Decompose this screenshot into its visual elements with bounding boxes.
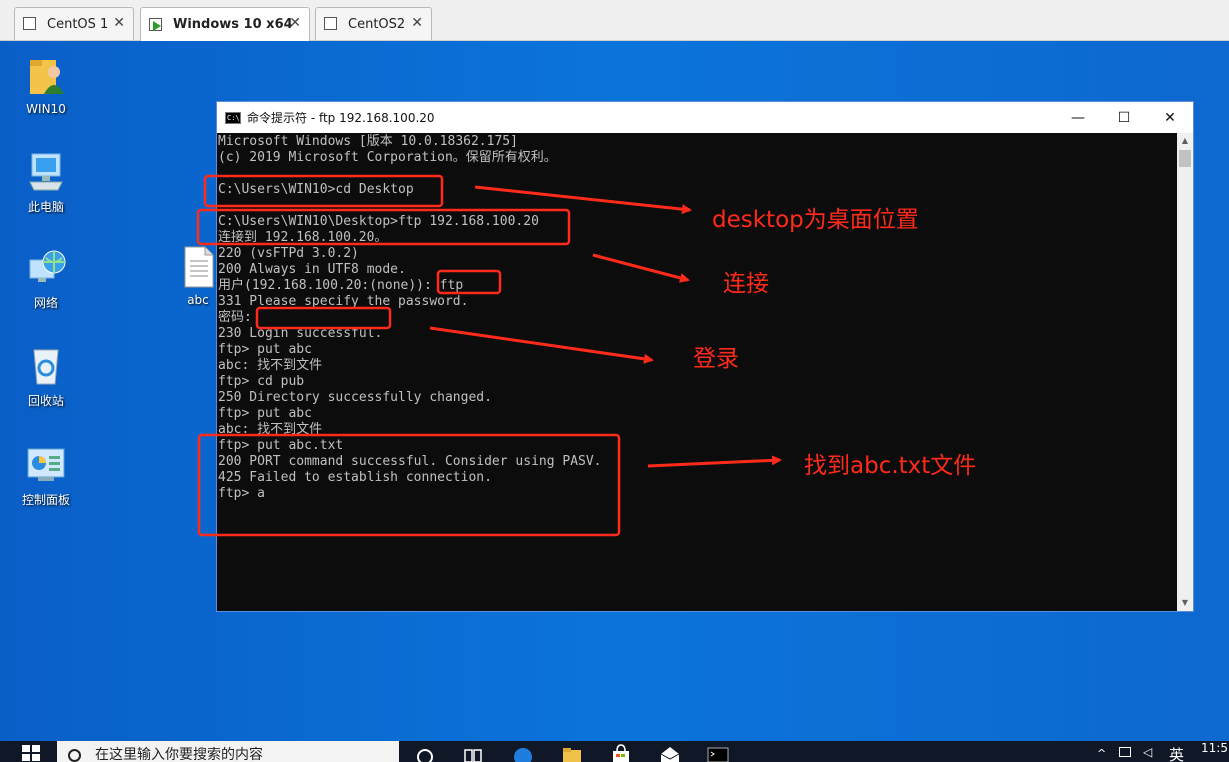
system-tray: ^ ◁ 英 11:5 — [1089, 741, 1229, 762]
console-line: ftp> put abc — [218, 406, 312, 421]
console-line: ftp> a — [218, 486, 265, 501]
desktop-icon-recycle-bin[interactable]: 回收站 — [11, 344, 81, 409]
desktop-icon-this-pc[interactable]: 此电脑 — [11, 150, 81, 215]
console-line: 用户(192.168.100.20:(none)): ftp — [218, 278, 464, 293]
vertical-scrollbar[interactable]: ▲ ▼ — [1177, 133, 1193, 611]
vm-icon — [324, 16, 342, 32]
annotation-login: 登录 — [693, 346, 739, 372]
desktop-icon-network[interactable]: 网络 — [11, 246, 81, 311]
desktop-icon-label: 此电脑 — [27, 200, 64, 214]
desktop-icon-win10[interactable]: WIN10 — [11, 54, 81, 116]
console-line: Microsoft Windows [版本 10.0.18362.175] — [218, 134, 518, 149]
console-line: 220 (vsFTPd 3.0.2) — [218, 246, 359, 261]
vm-tab-windows10[interactable]: Windows 10 x64 ✕ — [140, 7, 310, 41]
annotation-connect: 连接 — [723, 271, 769, 297]
user-folder-icon — [24, 54, 68, 98]
close-icon[interactable]: ✕ — [289, 15, 301, 31]
task-view-icon[interactable] — [462, 744, 484, 762]
clock[interactable]: 11:5 — [1201, 741, 1228, 755]
vm-tab-centos2[interactable]: CentOS2 ✕ — [315, 7, 432, 40]
cmd-title-bar[interactable]: C:\ 命令提示符 - ftp 192.168.100.20 — ☐ ✕ — [217, 102, 1193, 133]
vm-running-icon — [149, 17, 167, 33]
console-line: 连接到 192.168.100.20。 — [218, 230, 388, 245]
scroll-up-icon[interactable]: ▲ — [1177, 133, 1193, 149]
network-icon — [24, 246, 68, 290]
search-placeholder: 在这里输入你要搜索的内容 — [95, 747, 263, 762]
volume-icon[interactable]: ◁ — [1143, 745, 1152, 759]
annotation-desktop: desktop为桌面位置 — [712, 207, 919, 233]
desktop-icon-label: 网络 — [33, 296, 58, 310]
control-panel-icon — [24, 443, 68, 487]
mail-icon[interactable] — [659, 744, 681, 762]
taskbar: 在这里输入你要搜索的内容 ^ ◁ 英 11:5 — [0, 741, 1229, 762]
close-button[interactable]: ✕ — [1147, 102, 1193, 133]
console-line: 331 Please specify the password. — [218, 294, 469, 309]
windows-start-icon[interactable] — [22, 745, 42, 762]
vm-icon — [23, 16, 41, 32]
console-line: ftp> put abc.txt — [218, 438, 344, 453]
vm-tab-bar: CentOS 1 ✕ Windows 10 x64 ✕ CentOS2 ✕ — [0, 0, 1229, 41]
console-line: ftp> cd pub — [218, 374, 305, 389]
close-icon[interactable]: ✕ — [411, 15, 423, 31]
computer-icon — [24, 150, 68, 194]
cmd-icon[interactable] — [707, 744, 729, 762]
maximize-button[interactable]: ☐ — [1101, 102, 1147, 133]
desktop-icon-label: 回收站 — [27, 394, 64, 408]
console-line: C:\Users\WIN10\Desktop>ftp 192.168.100.2… — [218, 214, 539, 229]
input-language[interactable]: 英 — [1169, 744, 1184, 762]
cortana-icon[interactable] — [414, 744, 436, 762]
edge-icon[interactable] — [512, 744, 534, 762]
recycle-bin-icon — [24, 344, 68, 388]
network-tray-icon[interactable] — [1119, 747, 1131, 757]
taskbar-search-box[interactable]: 在这里输入你要搜索的内容 — [57, 741, 399, 762]
scroll-down-icon[interactable]: ▼ — [1177, 595, 1193, 611]
vm-tab-label: Windows 10 x64 — [173, 17, 293, 32]
store-icon[interactable] — [610, 744, 632, 762]
desktop-icon-control-panel[interactable]: 控制面板 — [11, 443, 81, 508]
cmd-window-title: 命令提示符 - ftp 192.168.100.20 — [247, 111, 435, 125]
minimize-button[interactable]: — — [1055, 102, 1101, 133]
vm-tab-label: CentOS 1 — [47, 16, 109, 32]
file-explorer-icon[interactable] — [561, 744, 583, 762]
console-line: 250 Directory successfully changed. — [218, 390, 492, 405]
search-icon — [68, 749, 81, 762]
console-line: abc: 找不到文件 — [218, 422, 323, 437]
text-file-icon — [181, 245, 215, 289]
desktop-icon-label: WIN10 — [26, 102, 66, 116]
vm-tab-label: CentOS2 — [348, 16, 406, 32]
annotation-find-file: 找到abc.txt文件 — [804, 453, 977, 479]
console-line: 200 PORT command successful. Consider us… — [218, 454, 602, 469]
desktop-icon-label: 控制面板 — [21, 493, 70, 507]
console-line: (c) 2019 Microsoft Corporation。保留所有权利。 — [218, 150, 557, 165]
console-line: 密码: — [218, 310, 252, 325]
close-icon[interactable]: ✕ — [113, 15, 125, 31]
scroll-thumb[interactable] — [1179, 150, 1191, 167]
chevron-up-icon[interactable]: ^ — [1097, 747, 1106, 760]
vm-tab-centos1[interactable]: CentOS 1 ✕ — [14, 7, 134, 40]
cmd-app-icon: C:\ — [225, 111, 241, 124]
console-line: 200 Always in UTF8 mode. — [218, 262, 406, 277]
console-line: C:\Users\WIN10>cd Desktop — [218, 182, 414, 197]
console-line: 425 Failed to establish connection. — [218, 470, 492, 485]
